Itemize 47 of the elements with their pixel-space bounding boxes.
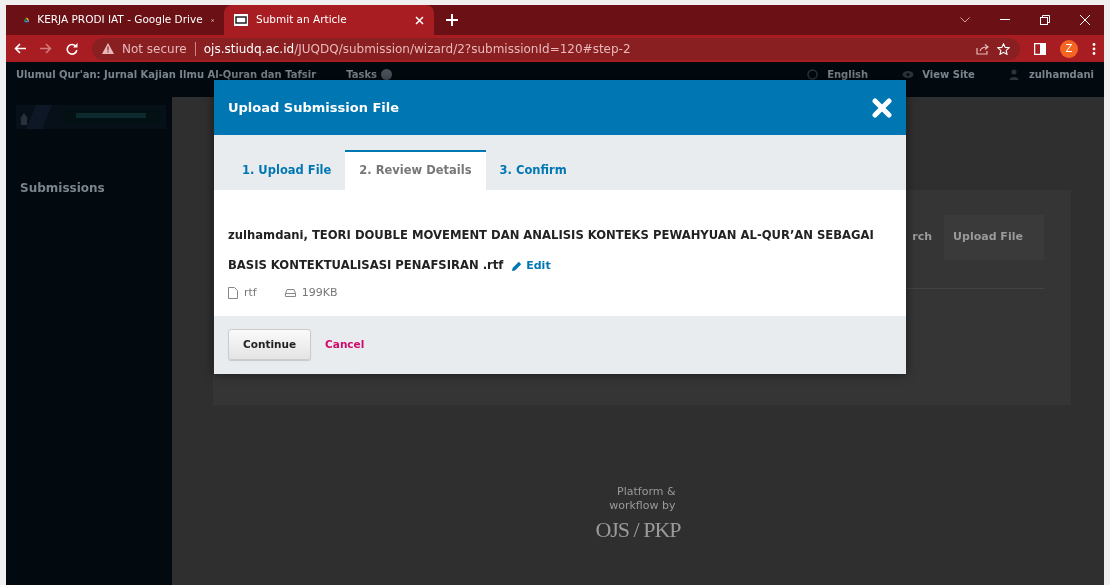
drive-icon	[284, 289, 296, 298]
file-type: rtf	[244, 285, 257, 301]
header-link[interactable]: English	[827, 67, 869, 82]
footer-text: Platform & workflow by	[608, 485, 676, 513]
badge-icon	[381, 69, 392, 80]
file-title: zulhamdani, TEORI DOUBLE MOVEMENT DAN ANALISIS KONTEKS PEWAHYUAN AL-QUR’AN SEBAGAI BASIS KONTEKTUALISASI PENAFSIRAN .rtf Edit	[228, 227, 875, 274]
step-tab[interactable]: 2. Review Details	[345, 150, 486, 190]
panel-tab[interactable]: Upload File	[944, 215, 1044, 260]
close-icon[interactable]	[1080, 15, 1090, 25]
modal-title: Upload Submission File	[228, 98, 400, 117]
pencil-icon	[511, 260, 523, 272]
footer-logo[interactable]: OJS / PKP	[595, 513, 681, 546]
continue-button[interactable]: Continue	[228, 328, 312, 361]
tasks-link[interactable]: Tasks	[346, 67, 377, 82]
step-tab[interactable]: 1. Upload File	[228, 150, 346, 190]
header-link[interactable]: zulhamdani	[1028, 67, 1094, 82]
profile-avatar[interactable]: Z	[1060, 39, 1078, 58]
journal-title[interactable]: Ulumul Qur'an: Jurnal Kajian Ilmu Al-Quran dan Tafsir	[16, 67, 317, 82]
file-icon	[228, 287, 238, 300]
close-icon[interactable]	[415, 15, 424, 25]
side-panel-icon[interactable]	[1034, 42, 1046, 55]
user-icon	[1008, 69, 1021, 80]
tab-title: KERJA PRODI IAT - Google Drive	[37, 12, 203, 28]
restore-icon[interactable]	[1040, 15, 1050, 25]
favicon-icon	[234, 14, 248, 26]
address-bar[interactable]: Not secure ojs.stiudq.ac.id/JUQDQ/submission/wizard/2?submissionId=120#step-2	[92, 37, 1020, 60]
menu-icon[interactable]	[1092, 42, 1096, 55]
edit-link[interactable]: Edit	[511, 259, 551, 272]
browser-tab[interactable]: Submit an Article	[224, 5, 434, 35]
panel-tab[interactable]: rch	[912, 215, 944, 260]
star-icon[interactable]	[997, 42, 1010, 55]
sidebar-item[interactable]: Submissions	[20, 179, 172, 197]
warning-icon	[102, 43, 114, 54]
cancel-link[interactable]: Cancel	[325, 336, 365, 353]
step-tab[interactable]: 3. Confirm	[485, 150, 581, 190]
eye-icon	[902, 69, 915, 80]
back-icon[interactable]	[14, 43, 26, 54]
new-tab-icon[interactable]	[446, 14, 458, 26]
globe-icon	[807, 69, 820, 80]
tab-title: Submit an Article	[256, 12, 348, 28]
browser-tab[interactable]: KERJA PRODI IAT - Google Drive	[14, 5, 224, 35]
minimize-icon[interactable]	[1000, 19, 1010, 21]
chevron-down-icon[interactable]	[960, 17, 970, 23]
header-link[interactable]: View Site	[922, 67, 975, 82]
reload-icon[interactable]	[66, 42, 78, 55]
file-size: 199KB	[301, 285, 338, 301]
share-icon[interactable]	[976, 42, 989, 55]
